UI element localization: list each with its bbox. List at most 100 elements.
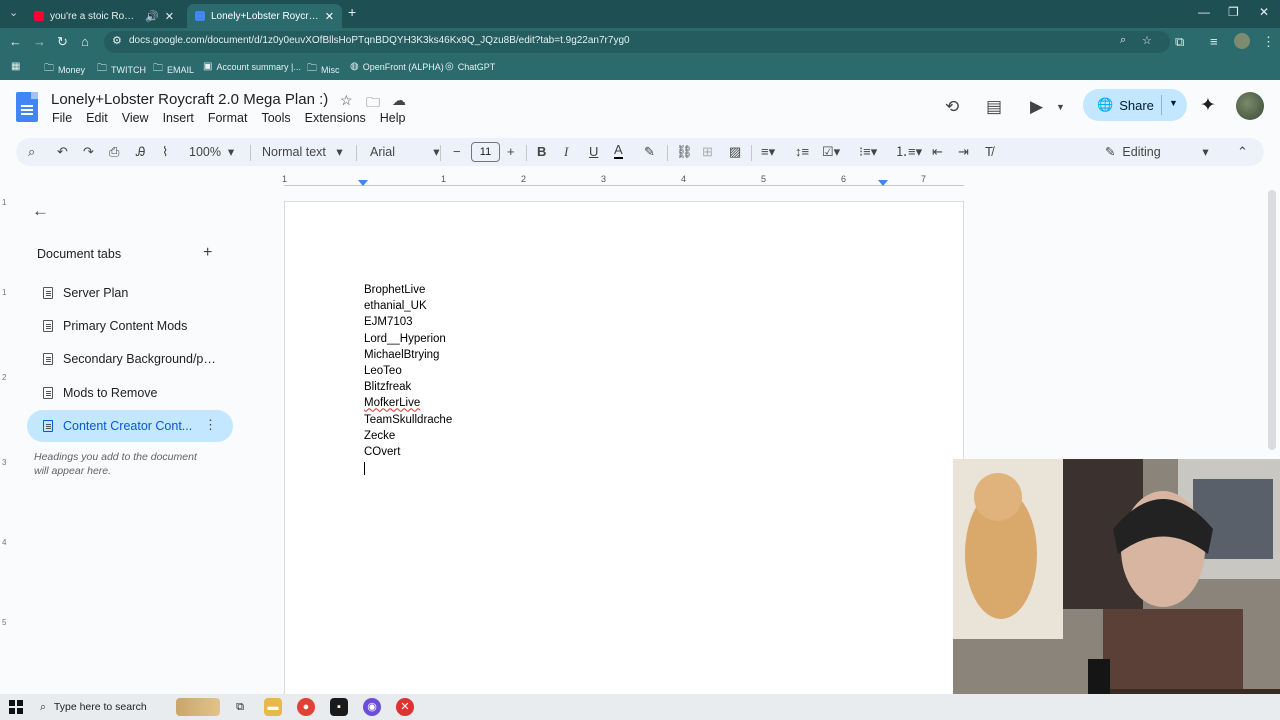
hide-menus-icon[interactable]: ⌃ bbox=[1237, 143, 1248, 161]
search-highlight-icon[interactable] bbox=[176, 698, 220, 716]
bulleted-list-icon[interactable]: ⁝≡▾ bbox=[859, 143, 877, 161]
task-view-icon[interactable]: ⧉ bbox=[231, 698, 249, 716]
clear-formatting-icon[interactable]: T̸ bbox=[985, 143, 993, 161]
italic-icon[interactable]: I bbox=[564, 143, 568, 161]
new-tab-icon[interactable]: + bbox=[348, 4, 356, 20]
window-close-icon[interactable]: ✕ bbox=[1259, 5, 1269, 19]
meet-icon[interactable]: ▶ bbox=[1030, 97, 1043, 117]
horizontal-ruler[interactable]: 1 1 2 3 4 5 6 7 bbox=[282, 174, 964, 188]
docs-logo-icon[interactable] bbox=[16, 92, 38, 122]
insert-image-icon[interactable]: ▨ bbox=[729, 143, 741, 161]
sidebar-item-content-creator[interactable]: Content Creator Cont... ⋮ bbox=[27, 410, 233, 442]
media-icon[interactable]: ≡ bbox=[1210, 34, 1218, 50]
share-button[interactable]: 🌐 Share ▼ bbox=[1083, 89, 1187, 121]
address-bar[interactable]: ⚙ docs.google.com/document/d/1z0y0euvXOf… bbox=[104, 31, 1170, 53]
style-select[interactable]: Normal text ▾ bbox=[262, 144, 343, 159]
document-line[interactable]: Blitzfreak bbox=[364, 379, 452, 395]
star-icon[interactable]: ☆ bbox=[340, 92, 353, 109]
chevron-down-icon[interactable]: ▼ bbox=[1056, 102, 1065, 112]
app-icon[interactable]: ▪ bbox=[330, 698, 348, 716]
document-line[interactable]: COvert bbox=[364, 444, 452, 460]
paint-format-icon[interactable]: ⌇ bbox=[162, 143, 168, 161]
profile-avatar[interactable] bbox=[1234, 33, 1250, 49]
chrome-icon[interactable]: ● bbox=[297, 698, 315, 716]
vertical-scrollbar[interactable] bbox=[1268, 190, 1276, 450]
extensions-icon[interactable]: ⧉ bbox=[1175, 34, 1184, 50]
insert-link-icon[interactable]: ⛓ bbox=[676, 143, 693, 161]
highlight-color-icon[interactable]: ✎ bbox=[644, 143, 655, 161]
increase-font-size-icon[interactable]: + bbox=[507, 143, 515, 161]
document-line[interactable]: ethanial_UK bbox=[364, 298, 452, 314]
document-line[interactable]: MichaelBtrying bbox=[364, 347, 452, 363]
restore-icon[interactable]: ❐ bbox=[1228, 5, 1239, 19]
tab-close-icon[interactable]: ✕ bbox=[165, 10, 174, 23]
file-explorer-icon[interactable]: ▬ bbox=[264, 698, 282, 716]
forward-icon[interactable]: → bbox=[33, 34, 46, 50]
document-line[interactable]: TeamSkulldrache bbox=[364, 412, 452, 428]
redo-icon[interactable]: ↷ bbox=[83, 143, 94, 161]
sidebar-item-mods-to-remove[interactable]: Mods to Remove bbox=[27, 377, 233, 409]
home-icon[interactable]: ⌂ bbox=[81, 34, 89, 50]
bookmark-star-icon[interactable]: ☆ bbox=[1142, 34, 1152, 47]
close-outline-back-icon[interactable]: ← bbox=[32, 201, 49, 221]
search-menus-icon[interactable]: ⌕ bbox=[28, 143, 35, 161]
bold-icon[interactable]: B bbox=[537, 143, 546, 161]
menu-view[interactable]: View bbox=[122, 111, 149, 125]
document-page[interactable]: BrophetLive ethanial_UK EJM7103 Lord__Hy… bbox=[284, 201, 964, 701]
editing-mode-select[interactable]: ✎ Editing ▾ bbox=[1105, 144, 1209, 159]
comments-icon[interactable]: ▤ bbox=[986, 97, 1002, 117]
sidebar-item-secondary-background[interactable]: Secondary Background/pa... bbox=[27, 343, 233, 375]
sidebar-item-server-plan[interactable]: Server Plan bbox=[27, 277, 233, 309]
bookmark-twitch[interactable]: 🗀 TWITCH bbox=[97, 61, 146, 78]
menu-help[interactable]: Help bbox=[380, 111, 406, 125]
decrease-font-size-icon[interactable]: − bbox=[453, 143, 461, 161]
add-comment-icon[interactable]: ⊞ bbox=[702, 143, 713, 161]
reload-icon[interactable]: ↻ bbox=[57, 34, 68, 50]
font-select[interactable]: Arial ▾ bbox=[370, 144, 440, 159]
decrease-indent-icon[interactable]: ⇤ bbox=[932, 143, 943, 161]
align-icon[interactable]: ≡▾ bbox=[761, 143, 775, 161]
checklist-icon[interactable]: ☑▾ bbox=[822, 143, 840, 161]
version-history-icon[interactable]: ⟲ bbox=[945, 97, 959, 117]
menu-tools[interactable]: Tools bbox=[261, 111, 290, 125]
document-line[interactable]: EJM7103 bbox=[364, 314, 452, 330]
minimize-icon[interactable]: — bbox=[1198, 5, 1210, 19]
undo-icon[interactable]: ↶ bbox=[57, 143, 68, 161]
menu-file[interactable]: File bbox=[52, 111, 72, 125]
add-tab-icon[interactable]: + bbox=[203, 244, 212, 262]
zoom-icon[interactable]: ⌕ bbox=[1120, 34, 1126, 47]
menu-extensions[interactable]: Extensions bbox=[305, 111, 366, 125]
menu-format[interactable]: Format bbox=[208, 111, 248, 125]
streaming-app-icon[interactable]: ✕ bbox=[396, 698, 414, 716]
line-spacing-icon[interactable]: ↕≡ bbox=[795, 143, 809, 161]
right-indent-marker[interactable] bbox=[878, 180, 888, 186]
windows-start-icon[interactable] bbox=[9, 700, 23, 714]
tab-search-icon[interactable]: ⌄ bbox=[9, 6, 18, 19]
underline-icon[interactable]: U bbox=[589, 143, 598, 161]
text-color-icon[interactable]: A bbox=[614, 143, 623, 159]
increase-indent-icon[interactable]: ⇥ bbox=[958, 143, 969, 161]
document-title[interactable]: Lonely+Lobster Roycraft 2.0 Mega Plan :) bbox=[51, 91, 328, 108]
tab-close-icon[interactable]: ✕ bbox=[325, 10, 334, 23]
site-info-icon[interactable]: ⚙ bbox=[112, 34, 122, 47]
document-body[interactable]: BrophetLive ethanial_UK EJM7103 Lord__Hy… bbox=[364, 282, 452, 476]
more-options-icon[interactable]: ⋮ bbox=[204, 417, 217, 433]
account-avatar[interactable] bbox=[1236, 92, 1264, 120]
document-line-misspelled[interactable]: MofkerLive bbox=[364, 397, 420, 409]
obs-icon[interactable]: ◉ bbox=[363, 698, 381, 716]
cloud-saved-icon[interactable]: ☁ bbox=[392, 92, 406, 109]
document-line[interactable]: LeoTeo bbox=[364, 363, 452, 379]
document-line[interactable]: BrophetLive bbox=[364, 282, 452, 298]
spellcheck-icon[interactable]: Ꭿ bbox=[136, 143, 145, 161]
font-size-input[interactable]: 11 bbox=[471, 142, 500, 162]
chevron-down-icon[interactable]: ▼ bbox=[1169, 98, 1178, 108]
sidebar-item-primary-content-mods[interactable]: Primary Content Mods bbox=[27, 310, 233, 342]
bookmark-account-summary[interactable]: ▣ Account summary |... bbox=[203, 61, 301, 72]
menu-insert[interactable]: Insert bbox=[163, 111, 194, 125]
document-line[interactable]: Lord__Hyperion bbox=[364, 331, 452, 347]
bookmark-money[interactable]: 🗀 Money bbox=[44, 61, 85, 78]
gemini-icon[interactable]: ✦ bbox=[1200, 94, 1216, 117]
print-icon[interactable]: ⎙ bbox=[109, 143, 119, 161]
document-line[interactable]: Zecke bbox=[364, 428, 452, 444]
left-indent-marker[interactable] bbox=[358, 180, 368, 186]
